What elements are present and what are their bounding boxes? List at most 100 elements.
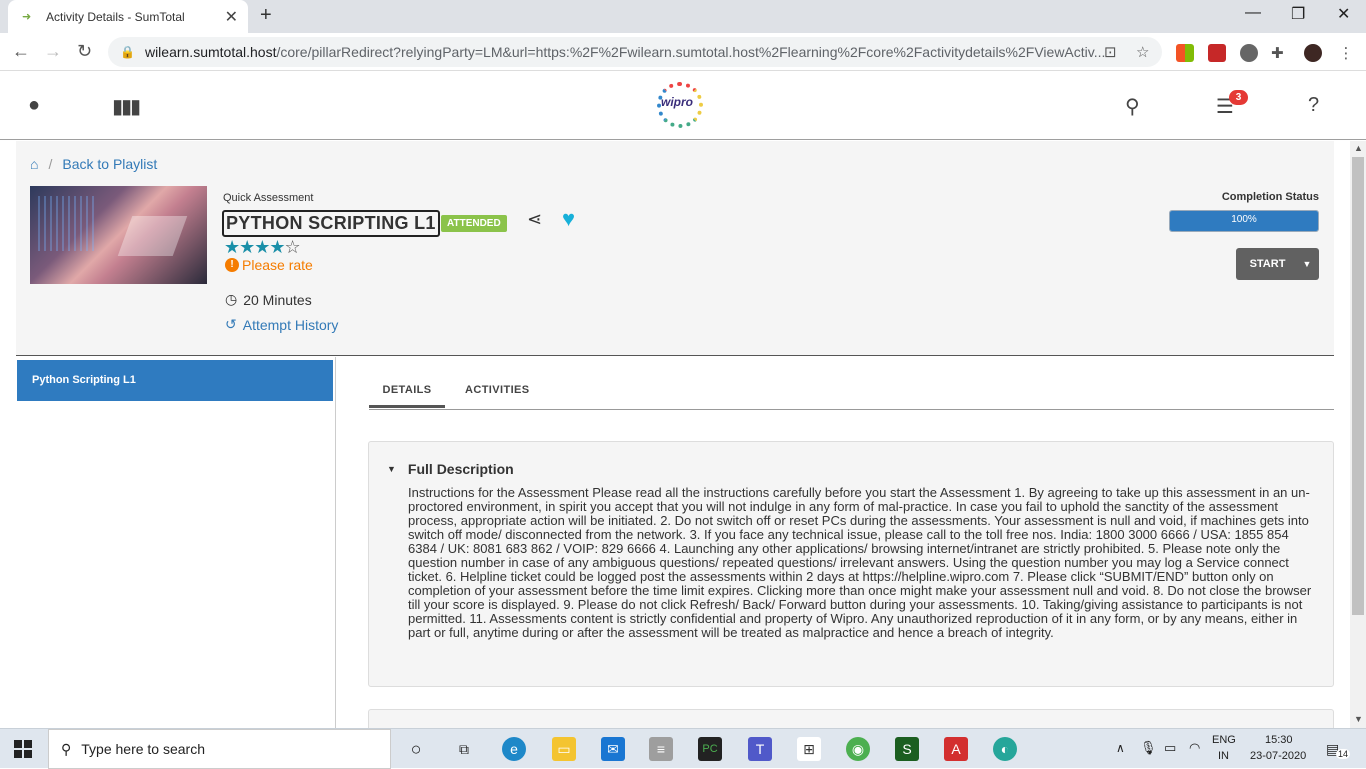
office-extension-icon[interactable]: [1176, 44, 1194, 62]
activity-type: Quick Assessment: [223, 192, 314, 204]
breadcrumb-separator: /: [48, 156, 53, 172]
browser-toolbar: ← → ↻ 🔒 wilearn.sumtotal.host/core/pilla…: [0, 33, 1366, 71]
scrollbar-thumb[interactable]: [1352, 157, 1364, 615]
scroll-up-icon[interactable]: ▲: [1354, 143, 1363, 153]
bookmark-star-icon[interactable]: ☆: [1136, 43, 1149, 61]
extension-circle-icon[interactable]: [1240, 44, 1258, 62]
show-hidden-icons-icon[interactable]: ∧: [1116, 741, 1125, 755]
battery-icon[interactable]: ▭: [1164, 740, 1176, 756]
filled-stars: ★★★★: [224, 237, 286, 257]
breadcrumb: ⌂ / Back to Playlist: [30, 156, 157, 172]
app-circle-icon[interactable]: ◐: [993, 737, 1017, 761]
caret-down-icon: ▼: [387, 464, 396, 474]
mcafee-extension-icon[interactable]: [1208, 44, 1226, 62]
full-description-text: Instructions for the Assessment Please r…: [408, 485, 1312, 640]
alert-icon: !: [225, 258, 239, 272]
address-bar[interactable]: 🔒 wilearn.sumtotal.host/core/pillarRedir…: [108, 37, 1162, 67]
activity-header-panel: [16, 141, 1334, 356]
tab-bar: DETAILS ACTIVITIES: [369, 376, 1334, 410]
browser-tab[interactable]: ➜ Activity Details - SumTotal ✕: [8, 0, 248, 33]
task-view-icon[interactable]: ⧉: [452, 737, 476, 761]
wifi-icon[interactable]: ◠: [1189, 740, 1200, 756]
install-app-icon[interactable]: ⊡: [1104, 43, 1117, 61]
duration-label: 20 Minutes: [243, 291, 312, 308]
extensions-puzzle-icon[interactable]: ✚: [1271, 44, 1289, 62]
library-icon[interactable]: ▮▮▮: [112, 94, 141, 119]
full-description-toggle[interactable]: ▼ Full Description: [387, 461, 514, 477]
new-tab-icon[interactable]: +: [260, 4, 272, 27]
file-explorer-icon[interactable]: ▭: [552, 737, 576, 761]
tab-title: Activity Details - SumTotal: [46, 9, 185, 24]
please-rate[interactable]: ! Please rate: [225, 257, 313, 273]
full-description-heading: Full Description: [407, 461, 514, 477]
s-app-icon[interactable]: S: [895, 737, 919, 761]
home-icon[interactable]: ⌂: [30, 156, 38, 172]
sidebar-item-python-scripting[interactable]: Python Scripting L1: [17, 360, 333, 401]
microphone-icon[interactable]: 🎙: [1140, 740, 1157, 756]
teams-icon[interactable]: T: [748, 737, 772, 761]
favorite-heart-icon[interactable]: ♥: [562, 206, 575, 232]
share-icon[interactable]: ⋖: [527, 209, 542, 230]
start-button[interactable]: START ▼: [1236, 248, 1319, 280]
forward-arrow-icon[interactable]: →: [44, 41, 62, 62]
database-icon[interactable]: ≡: [649, 737, 673, 761]
edge-icon[interactable]: e: [502, 737, 526, 761]
pycharm-icon[interactable]: PC: [698, 737, 722, 761]
close-tab-icon[interactable]: ✕: [225, 7, 238, 27]
search-icon[interactable]: ⚲: [1125, 94, 1140, 119]
tab-activities[interactable]: ACTIVITIES: [465, 384, 530, 396]
sidebar: Python Scripting L1: [16, 357, 336, 728]
clock-date[interactable]: 23-07-2020: [1250, 750, 1306, 762]
maximize-icon[interactable]: ❐: [1291, 4, 1305, 24]
back-to-playlist-link[interactable]: Back to Playlist: [62, 156, 157, 172]
sumtotal-favicon-icon: ➜: [22, 11, 32, 23]
please-rate-label: Please rate: [242, 257, 313, 273]
star-rating[interactable]: ★★★★☆: [224, 237, 301, 258]
page-scrollbar[interactable]: ▲ ▼: [1350, 141, 1366, 728]
status-badge: ATTENDED: [441, 215, 507, 232]
completion-progress-bar: 100%: [1169, 210, 1319, 232]
action-center-count: 14: [1336, 749, 1351, 759]
url-path: /core/pillarRedirect?relyingParty=LM&url…: [276, 44, 1106, 60]
lock-icon: 🔒: [120, 45, 135, 59]
activity-title: PYTHON SCRIPTING L1: [222, 210, 440, 237]
app-header: ● ▮▮▮ wipro ⚲ ☰ 3 ?: [0, 72, 1366, 140]
completion-status-label: Completion Status: [1221, 191, 1319, 203]
cortana-icon[interactable]: ○: [404, 737, 428, 761]
minimize-icon[interactable]: —: [1245, 4, 1261, 22]
close-window-icon[interactable]: ✕: [1337, 4, 1350, 24]
search-icon: ⚲: [61, 740, 72, 757]
attempt-history-link[interactable]: ↺ Attempt History: [225, 316, 338, 333]
attempt-history-label: Attempt History: [242, 316, 339, 333]
reload-icon[interactable]: ↻: [77, 41, 92, 62]
taskbar-search[interactable]: ⚲ Type here to search: [48, 729, 391, 769]
activity-thumbnail: [30, 186, 207, 284]
language-bottom[interactable]: IN: [1218, 750, 1229, 762]
language-top[interactable]: ENG: [1212, 734, 1236, 746]
clock-time[interactable]: 15:30: [1265, 734, 1293, 746]
chevron-down-icon[interactable]: ▼: [1295, 259, 1319, 269]
browser-menu-icon[interactable]: ⋮: [1337, 44, 1355, 62]
empty-star: ☆: [284, 237, 301, 257]
store-icon[interactable]: ⊞: [797, 737, 821, 761]
scroll-down-icon[interactable]: ▼: [1354, 714, 1363, 724]
help-icon[interactable]: ?: [1308, 94, 1319, 117]
profile-avatar[interactable]: [1304, 44, 1322, 62]
back-arrow-icon[interactable]: ←: [12, 41, 30, 62]
wipro-logo[interactable]: wipro: [649, 82, 705, 128]
tab-details[interactable]: DETAILS: [369, 384, 445, 408]
chrome-icon[interactable]: ◉: [846, 737, 870, 761]
page-content: ⌂ / Back to Playlist Quick Assessment PY…: [0, 141, 1350, 728]
completion-progress-fill: 100%: [1170, 211, 1318, 231]
full-description-panel: ▼ Full Description Instructions for the …: [368, 441, 1334, 687]
browser-tabstrip: ➜ Activity Details - SumTotal ✕ + — ❐ ✕: [0, 0, 1366, 33]
windows-start-icon[interactable]: [14, 740, 32, 758]
next-section-panel: [368, 709, 1334, 728]
history-icon: ↺: [225, 316, 237, 332]
user-icon[interactable]: ●: [28, 94, 40, 117]
clock-icon: ◷: [225, 291, 238, 307]
mail-icon[interactable]: ✉: [601, 737, 625, 761]
acrobat-icon[interactable]: A: [944, 737, 968, 761]
windows-taskbar: ⚲ Type here to search ○ ⧉ e ▭ ✉ ≡ PC T ⊞…: [0, 728, 1366, 769]
start-label: START: [1249, 258, 1286, 270]
